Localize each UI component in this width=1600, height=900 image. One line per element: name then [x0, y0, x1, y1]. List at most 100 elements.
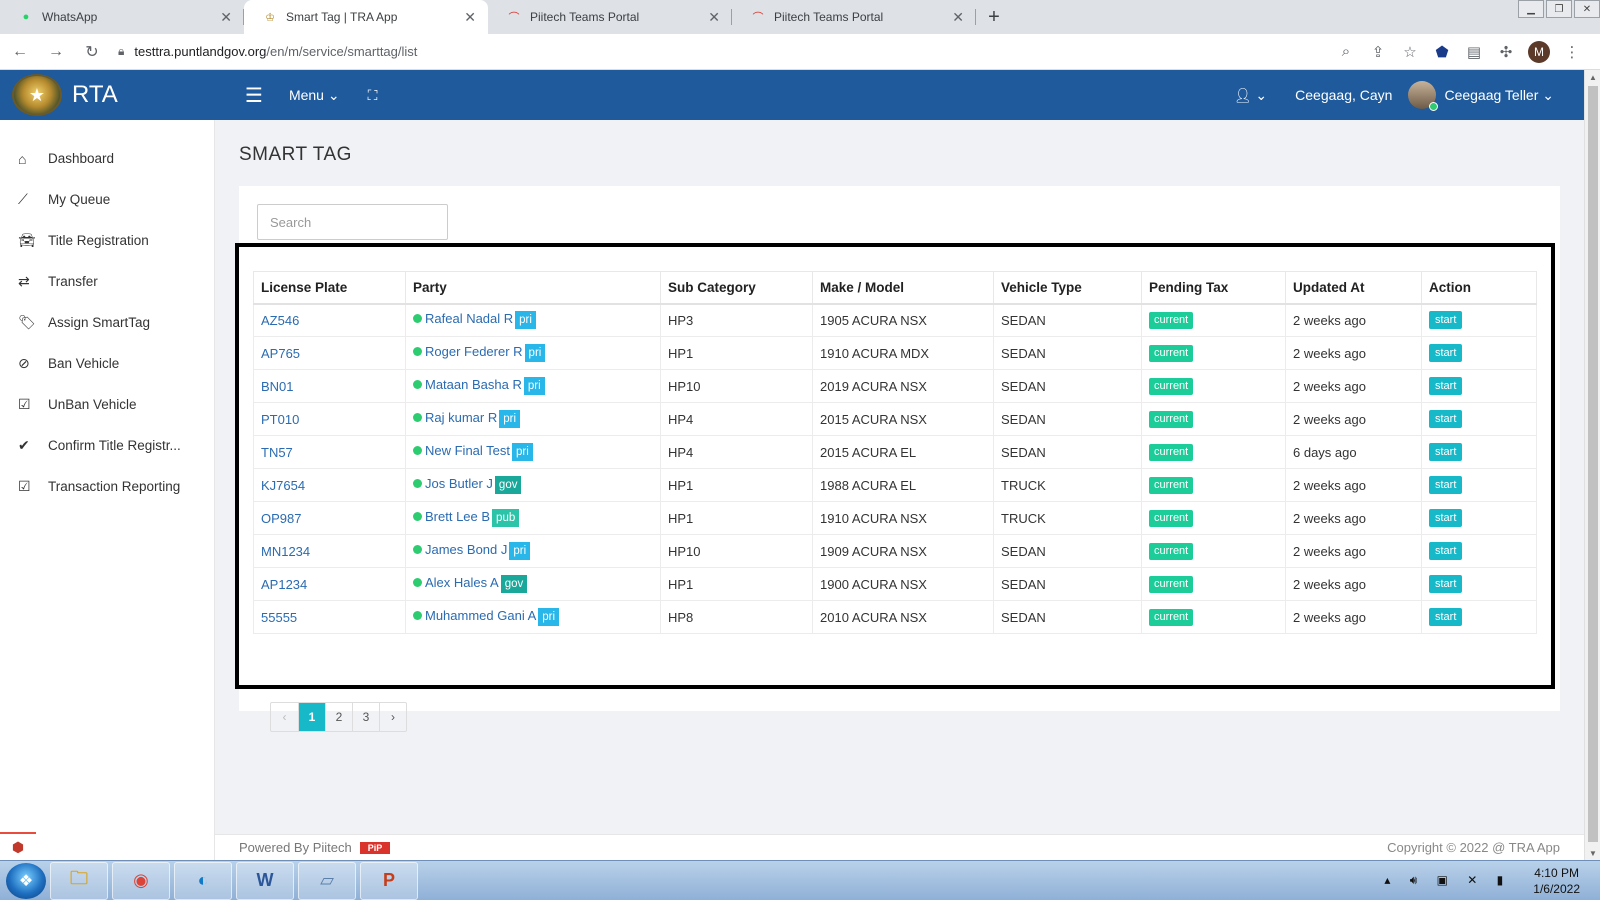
menu-dropdown[interactable]: Menu ⌄ — [289, 87, 340, 104]
license-plate-link[interactable]: KJ7654 — [253, 468, 406, 502]
puzzle-icon[interactable]: ✣ — [1490, 43, 1522, 61]
windows-start-icon[interactable]: ❖ — [6, 862, 46, 899]
start-button[interactable]: start — [1429, 410, 1463, 428]
forward-icon[interactable]: → — [40, 36, 72, 68]
license-plate-link[interactable]: AP765 — [253, 336, 406, 370]
url-field[interactable]: 🔒︎ testtra.puntlandgov.org/en/m/service/… — [118, 38, 1320, 66]
column-header[interactable]: Pending Tax — [1141, 271, 1286, 305]
fullscreen-icon[interactable]: ⛶ — [368, 87, 378, 104]
pagination-page[interactable]: 3 — [352, 703, 379, 731]
pagination-page[interactable]: 1 — [298, 703, 325, 731]
sidebar-item-assign-smarttag[interactable]: 🏷︎ Assign SmartTag — [0, 302, 214, 343]
start-button[interactable]: start — [1429, 608, 1463, 626]
profile-avatar[interactable]: M — [1528, 40, 1550, 63]
sidebar-item-title-registration[interactable]: 🚘︎ Title Registration — [0, 220, 214, 261]
party-link[interactable]: Brett Lee B — [413, 509, 490, 524]
column-header[interactable]: Sub Category — [660, 271, 813, 305]
new-tab-button[interactable]: + — [976, 0, 1012, 34]
close-icon[interactable]: ✕ — [220, 9, 232, 26]
scroll-down-icon[interactable]: ▼ — [1585, 846, 1600, 860]
chrome-icon[interactable]: ◉ — [112, 861, 170, 900]
party-link[interactable]: Roger Federer R — [413, 344, 523, 359]
column-header[interactable]: Updated At — [1285, 271, 1422, 305]
start-button[interactable]: start — [1429, 443, 1463, 461]
close-icon[interactable]: ✕ — [708, 9, 720, 26]
restore-button[interactable]: ❐ — [1546, 0, 1572, 18]
zoom-icon[interactable]: ⌕ — [1330, 43, 1362, 60]
sidebar-item-transaction-reporting[interactable]: ☑ Transaction Reporting — [0, 466, 214, 507]
share-icon[interactable]: ⇪ — [1362, 43, 1394, 61]
page-scrollbar[interactable]: ▲ ▼ — [1584, 70, 1600, 860]
party-cell: Raj kumar Rpri — [405, 402, 661, 436]
word-icon[interactable]: W — [236, 861, 294, 900]
piitech-logo[interactable]: PiP — [359, 841, 391, 854]
license-plate-link[interactable]: OP987 — [253, 501, 406, 535]
start-button[interactable]: start — [1429, 542, 1463, 560]
back-icon[interactable]: ← — [4, 36, 36, 68]
party-link[interactable]: Muhammed Gani A — [413, 608, 536, 623]
check-square-icon: ☑ — [18, 478, 31, 494]
browser-tab-teams-portal-2[interactable]: ⌒ Piitech Teams Portal ✕ — [732, 0, 976, 34]
browser-tab-teams-portal[interactable]: ⌒ Piitech Teams Portal ✕ — [488, 0, 732, 34]
party-link[interactable]: Mataan Basha R — [413, 377, 522, 392]
powerpoint-icon[interactable]: P — [360, 861, 418, 900]
more-icon[interactable]: ⋮ — [1556, 43, 1588, 61]
column-header[interactable]: Party — [405, 271, 661, 305]
search-input[interactable] — [257, 204, 448, 240]
sidebar-item-transfer[interactable]: ⇄ Transfer — [0, 261, 214, 302]
user-menu[interactable]: Ceegaag Teller ⌄ — [1444, 87, 1554, 104]
scroll-thumb[interactable] — [1588, 86, 1598, 842]
close-icon[interactable]: ✕ — [464, 9, 476, 26]
party-link[interactable]: New Final Test — [413, 443, 510, 458]
sidebar-item-confirm-title-registration[interactable]: ✔ Confirm Title Registr... — [0, 425, 214, 466]
license-plate-link[interactable]: PT010 — [253, 402, 406, 436]
party-link[interactable]: Alex Hales A — [413, 575, 499, 590]
logo[interactable]: ★ RTA — [0, 74, 215, 116]
folder-icon[interactable]: 🗀︎ — [50, 861, 108, 900]
sidebar-item-label: My Queue — [48, 192, 111, 207]
license-plate-link[interactable]: 55555 — [253, 600, 406, 634]
hamburger-icon[interactable]: ☰ — [245, 83, 263, 108]
column-header[interactable]: License Plate — [253, 271, 406, 305]
column-header[interactable]: Vehicle Type — [993, 271, 1142, 305]
star-icon[interactable]: ☆ — [1394, 43, 1426, 61]
start-button[interactable]: start — [1429, 476, 1463, 494]
party-link[interactable]: Jos Butler J — [413, 476, 493, 491]
sidebar-item-ban-vehicle[interactable]: ⊘ Ban Vehicle — [0, 343, 214, 384]
minimize-button[interactable]: ▁ — [1518, 0, 1544, 18]
party-link[interactable]: Raj kumar R — [413, 410, 497, 425]
browser-tab-whatsapp[interactable]: ● WhatsApp ✕ — [0, 0, 244, 34]
browser-tab-smart-tag[interactable]: ♔ Smart Tag | TRA App ✕ — [244, 0, 488, 34]
license-plate-link[interactable]: MN1234 — [253, 534, 406, 568]
party-link[interactable]: James Bond J — [413, 542, 507, 557]
tray-icons[interactable]: ▴ 🔊︎ ▣ ✕ ▮ — [1384, 873, 1511, 888]
sidebar-item-my-queue[interactable]: ⟋ My Queue — [0, 179, 214, 220]
license-plate-link[interactable]: AZ546 — [253, 303, 406, 337]
avatar[interactable] — [1408, 81, 1439, 111]
start-button[interactable]: start — [1429, 509, 1463, 527]
license-plate-link[interactable]: AP1234 — [253, 567, 406, 601]
pagination-page[interactable]: 2 — [325, 703, 352, 731]
clock[interactable]: 4:10 PM 1/6/2022 — [1533, 865, 1580, 897]
start-button[interactable]: start — [1429, 311, 1463, 330]
license-plate-link[interactable]: BN01 — [253, 369, 406, 403]
start-button[interactable]: start — [1429, 344, 1463, 362]
party-link[interactable]: Rafeal Nadal R — [413, 311, 513, 326]
edge-icon[interactable]: ◐ — [174, 861, 232, 900]
close-icon[interactable]: ✕ — [952, 9, 964, 26]
pagination-prev[interactable]: ‹ — [271, 703, 298, 731]
license-plate-link[interactable]: TN57 — [253, 435, 406, 469]
start-button[interactable]: start — [1429, 377, 1463, 395]
column-header[interactable]: Make / Model — [812, 271, 994, 305]
sidebar-item-unban-vehicle[interactable]: ☑ UnBan Vehicle — [0, 384, 214, 425]
start-button[interactable]: start — [1429, 575, 1463, 593]
pagination-next[interactable]: › — [379, 703, 406, 731]
files-icon[interactable]: ▱ — [298, 861, 356, 900]
extension-shield-icon[interactable]: ⬟ — [1426, 43, 1458, 61]
sidebar-item-dashboard[interactable]: ⌂ Dashboard — [0, 138, 214, 179]
close-window-button[interactable]: ✕ — [1574, 0, 1600, 18]
reload-icon[interactable]: ↻ — [76, 36, 108, 68]
clipboard-icon[interactable]: ▤ — [1458, 43, 1490, 61]
scroll-up-icon[interactable]: ▲ — [1585, 70, 1600, 84]
user-icon[interactable]: 👤︎ ⌄ — [1234, 87, 1267, 104]
